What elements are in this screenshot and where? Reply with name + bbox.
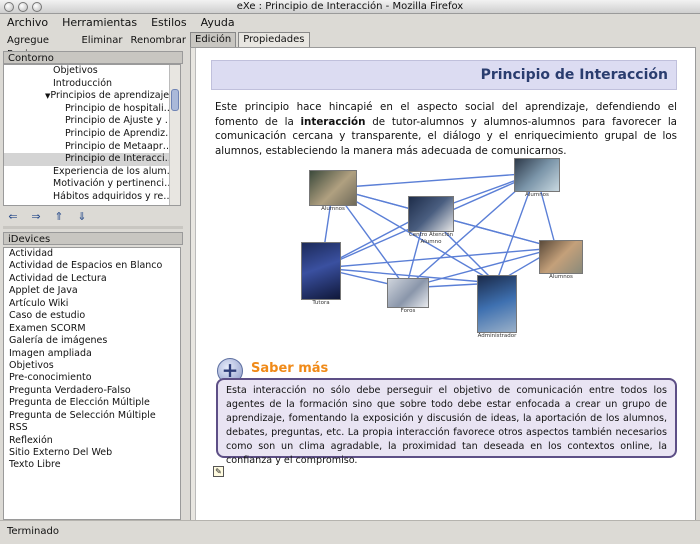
idevice-item[interactable]: Galería de imágenes bbox=[4, 335, 180, 347]
idevice-item[interactable]: Applet de Java bbox=[4, 285, 180, 297]
scrollbar-thumb[interactable] bbox=[171, 89, 179, 111]
saber-mas-title: Saber más bbox=[251, 361, 329, 376]
idevices-panel-title: iDevices bbox=[3, 232, 183, 245]
idevice-item[interactable]: Actividad bbox=[4, 248, 180, 260]
move-up-icon[interactable]: ⇑ bbox=[52, 210, 66, 224]
students-photo bbox=[539, 240, 583, 274]
idevice-item[interactable]: Imagen ampliada bbox=[4, 348, 180, 360]
tree-item[interactable]: Principio de Metaapr… bbox=[4, 141, 180, 154]
idevice-item[interactable]: Actividad de Espacios en Blanco bbox=[4, 260, 180, 272]
tree-item[interactable]: Hábitos adquiridos y re… bbox=[4, 191, 180, 204]
menu-estilos[interactable]: Estilos bbox=[146, 14, 192, 32]
centro-atencion-node: Centro Atención Alumno bbox=[408, 196, 454, 245]
close-window-icon[interactable] bbox=[4, 2, 14, 12]
maximize-window-icon[interactable] bbox=[32, 2, 42, 12]
tutor-photo bbox=[301, 242, 341, 300]
students-photo bbox=[514, 158, 560, 192]
page-title: Principio de Interacción bbox=[480, 67, 668, 83]
tree-item-selected[interactable]: Principio de Interacci… bbox=[4, 153, 180, 166]
promote-icon[interactable]: ⇐ bbox=[6, 210, 20, 224]
window-title: eXe : Principio de Interacción - Mozilla… bbox=[236, 1, 464, 12]
menu-archivo[interactable]: Archivo bbox=[2, 14, 53, 32]
tree-item[interactable]: Principio de Ajuste y … bbox=[4, 115, 180, 128]
menu-ayuda[interactable]: Ayuda bbox=[196, 14, 240, 32]
idevice-item[interactable]: Caso de estudio bbox=[4, 310, 180, 322]
idevices-list: Actividad Actividad de Espacios en Blanc… bbox=[3, 247, 181, 520]
tree-item[interactable]: ▼Principios de aprendizaje bbox=[4, 90, 180, 103]
interaction-network-image: Alumnos Alumnos Centro Atención Alumno A… bbox=[291, 158, 591, 348]
minimize-window-icon[interactable] bbox=[18, 2, 28, 12]
tree-item[interactable]: Objetivos bbox=[4, 65, 180, 78]
edit-pencil-icon[interactable]: ✎ bbox=[213, 466, 224, 477]
status-bar: Terminado bbox=[0, 520, 700, 544]
idevice-item[interactable]: Reflexión bbox=[4, 435, 180, 447]
idevice-item[interactable]: Pregunta de Selección Múltiple bbox=[4, 410, 180, 422]
rename-page-button[interactable]: Renombrar bbox=[126, 32, 190, 50]
add-page-button[interactable]: Agregue Pagina bbox=[3, 32, 77, 60]
outline-panel-title: Contorno bbox=[3, 51, 183, 64]
tab-propiedades[interactable]: Propiedades bbox=[238, 32, 310, 47]
idevice-item[interactable]: Artículo Wiki bbox=[4, 298, 180, 310]
idevice-item[interactable]: Actividad de Lectura bbox=[4, 273, 180, 285]
idevice-item[interactable]: Texto Libre bbox=[4, 459, 180, 471]
tree-item[interactable]: Principio de hospitali… bbox=[4, 103, 180, 116]
admin-keyboard-photo bbox=[477, 275, 517, 333]
foros-node: Foros bbox=[387, 278, 429, 314]
alumnos-left-node: Alumnos bbox=[309, 170, 357, 212]
window-titlebar: eXe : Principio de Interacción - Mozilla… bbox=[0, 0, 700, 14]
demote-icon[interactable]: ⇒ bbox=[29, 210, 43, 224]
idevice-item[interactable]: Pregunta de Elección Múltiple bbox=[4, 397, 180, 409]
editor-content-area: Principio de Interacción Este principio … bbox=[190, 47, 696, 521]
delete-page-button[interactable]: Eliminar bbox=[77, 32, 126, 50]
intro-bold-term: interacción bbox=[300, 115, 366, 128]
support-person-photo bbox=[408, 196, 454, 232]
forum-computer-photo bbox=[387, 278, 429, 308]
editor-tabs: Edición Propiedades bbox=[190, 32, 310, 47]
idevice-item[interactable]: Sitio Externo Del Web bbox=[4, 447, 180, 459]
pane-splitter[interactable] bbox=[3, 226, 183, 229]
alumnos-top-node: Alumnos bbox=[514, 158, 560, 198]
window-controls bbox=[4, 2, 42, 12]
menubar: Archivo Herramientas Estilos Ayuda bbox=[0, 14, 700, 32]
tree-item[interactable]: Principio de Aprendiz… bbox=[4, 128, 180, 141]
outline-toolbar: Agregue Pagina Eliminar Renombrar bbox=[0, 32, 190, 60]
page-title-band: Principio de Interacción bbox=[211, 60, 677, 90]
move-down-icon[interactable]: ⇓ bbox=[75, 210, 89, 224]
idevice-item[interactable]: RSS bbox=[4, 422, 180, 434]
saber-mas-box: Esta interacción no sólo debe perseguir … bbox=[216, 378, 677, 466]
tree-item[interactable]: Motivación y pertinenci… bbox=[4, 178, 180, 191]
menu-herramientas[interactable]: Herramientas bbox=[57, 14, 142, 32]
alumnos-right-node: Alumnos bbox=[539, 240, 583, 280]
idevice-item[interactable]: Examen SCORM bbox=[4, 323, 180, 335]
administrador-node: Administrador bbox=[477, 275, 517, 339]
tree-item[interactable]: Experiencia de los alum… bbox=[4, 166, 180, 179]
tree-move-buttons: ⇐ ⇒ ⇑ ⇓ bbox=[3, 210, 89, 224]
outline-scrollbar[interactable] bbox=[169, 65, 180, 205]
intro-paragraph: Este principio hace hincapié en el aspec… bbox=[215, 101, 677, 157]
idevice-item[interactable]: Objetivos bbox=[4, 360, 180, 372]
idevice-item[interactable]: Pre-conocimiento bbox=[4, 372, 180, 384]
tab-edicion[interactable]: Edición bbox=[190, 32, 237, 47]
outline-tree: Objetivos Introducción ▼Principios de ap… bbox=[3, 64, 181, 206]
editor-left-gutter bbox=[191, 48, 196, 520]
tutora-node: Tutora bbox=[301, 242, 341, 306]
idevice-item[interactable]: Pregunta Verdadero-Falso bbox=[4, 385, 180, 397]
students-photo bbox=[309, 170, 357, 206]
tree-item[interactable]: Introducción bbox=[4, 78, 180, 91]
